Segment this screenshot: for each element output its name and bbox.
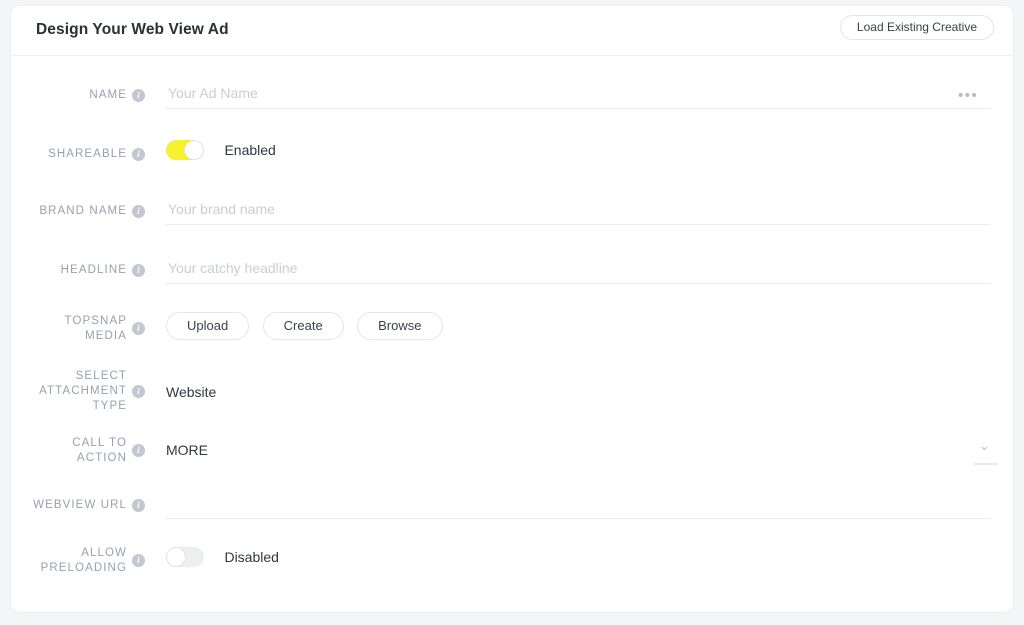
toggle-knob bbox=[184, 140, 204, 160]
info-icon[interactable]: i bbox=[132, 264, 145, 277]
name-input[interactable] bbox=[166, 81, 991, 109]
info-icon[interactable]: i bbox=[132, 554, 145, 567]
info-icon[interactable]: i bbox=[132, 89, 145, 102]
name-label: NAME bbox=[89, 89, 127, 101]
call-to-action-label: CALL TO ACTION bbox=[72, 437, 127, 464]
allow-preloading-label: ALLOW PRELOADING bbox=[40, 547, 127, 574]
headline-label: HEADLINE bbox=[60, 264, 127, 276]
call-to-action-value[interactable]: MORE bbox=[166, 442, 208, 458]
info-icon[interactable]: i bbox=[132, 322, 145, 335]
allow-preloading-toggle[interactable] bbox=[166, 547, 204, 567]
design-web-view-ad-card: Design Your Web View Ad Load Existing Cr… bbox=[10, 5, 1014, 613]
info-icon[interactable]: i bbox=[132, 385, 145, 398]
attachment-type-label: SELECT ATTACHMENT TYPE bbox=[39, 370, 127, 412]
info-icon[interactable]: i bbox=[132, 499, 145, 512]
shareable-state-label: Enabled bbox=[224, 142, 276, 158]
webview-url-label: WEBVIEW URL bbox=[33, 499, 127, 511]
create-button[interactable]: Create bbox=[262, 312, 344, 340]
attachment-type-value[interactable]: Website bbox=[166, 384, 216, 400]
info-icon[interactable]: i bbox=[132, 205, 145, 218]
shareable-toggle[interactable] bbox=[166, 140, 204, 160]
info-icon[interactable]: i bbox=[132, 444, 145, 457]
shareable-label: SHAREABLE bbox=[48, 148, 127, 160]
info-icon[interactable]: i bbox=[132, 148, 145, 161]
page-title: Design Your Web View Ad bbox=[36, 21, 229, 38]
overflow-menu-icon[interactable]: ••• bbox=[958, 88, 978, 103]
toggle-knob bbox=[166, 547, 186, 567]
webview-url-input[interactable] bbox=[166, 491, 991, 519]
topsnap-media-label: TOPSNAP MEDIA bbox=[64, 315, 127, 342]
headline-input[interactable] bbox=[166, 256, 991, 284]
upload-button[interactable]: Upload bbox=[166, 312, 250, 340]
brand-name-label: BRAND NAME bbox=[39, 205, 127, 217]
chevron-down-icon[interactable]: ⌄ bbox=[979, 438, 990, 454]
brand-name-input[interactable] bbox=[166, 197, 991, 225]
browse-button[interactable]: Browse bbox=[357, 312, 443, 340]
call-to-action-divider bbox=[974, 463, 998, 465]
load-existing-creative-button[interactable]: Load Existing Creative bbox=[839, 15, 994, 40]
card-header: Design Your Web View Ad Load Existing Cr… bbox=[11, 6, 1013, 56]
allow-preloading-state-label: Disabled bbox=[224, 549, 279, 565]
